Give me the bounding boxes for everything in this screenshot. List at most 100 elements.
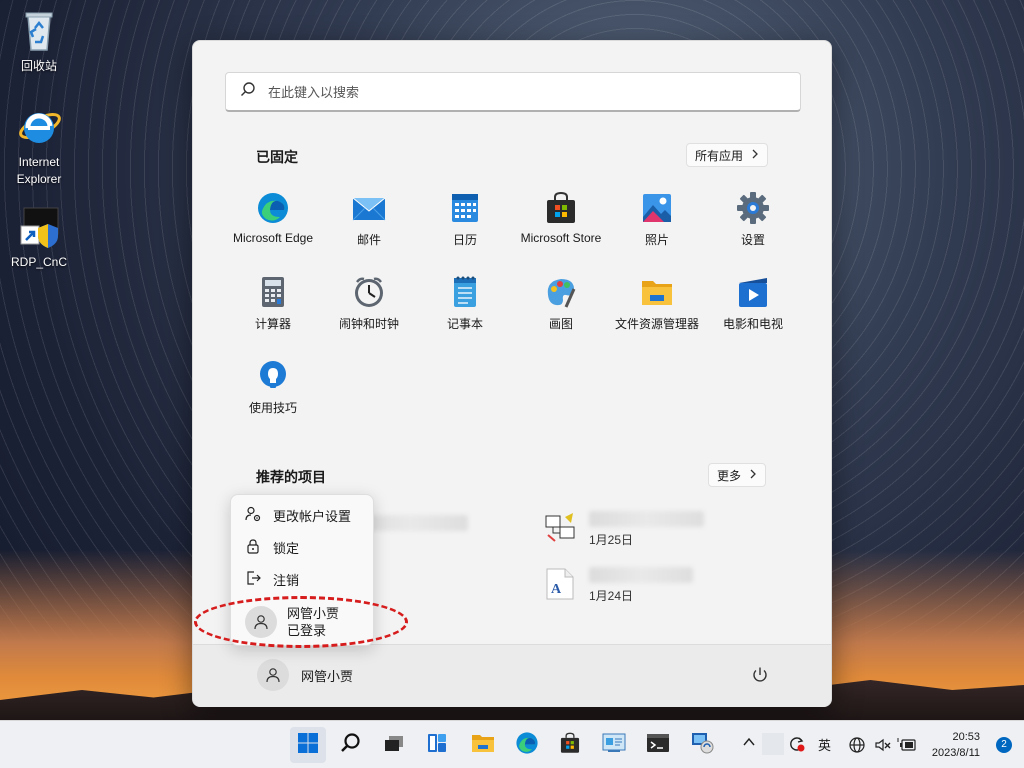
recommended-date: 1月24日 xyxy=(589,589,634,603)
taskbar-store[interactable] xyxy=(552,727,588,763)
tray-network[interactable] xyxy=(848,736,866,759)
taskbar-control-panel[interactable] xyxy=(596,727,632,763)
pinned-app-file-explorer[interactable]: 文件资源管理器 xyxy=(609,273,705,353)
clock[interactable]: 20:53 2023/8/11 xyxy=(932,729,980,761)
search-icon xyxy=(240,81,256,102)
edge-icon xyxy=(515,731,539,760)
pinned-app-paint[interactable]: 画图 xyxy=(513,273,609,353)
pinned-app-label: 电影和电视 xyxy=(722,317,783,331)
pinned-app-calculator[interactable]: 计算器 xyxy=(225,273,321,353)
remote-desktop-icon xyxy=(690,732,714,759)
settings-gear-icon xyxy=(736,191,770,225)
tray-sync-status[interactable] xyxy=(788,735,806,758)
pinned-app-calendar[interactable]: 日历 xyxy=(417,189,513,269)
rdp-shortcut-icon xyxy=(16,204,62,250)
redacted-filename xyxy=(589,567,693,583)
tray-volume[interactable] xyxy=(874,736,892,759)
fly-item-label: 锁定 xyxy=(273,541,300,556)
pinned-app-mail[interactable]: 邮件 xyxy=(321,189,417,269)
movies-tv-icon xyxy=(736,275,770,309)
taskbar-edge[interactable] xyxy=(509,727,545,763)
battery-icon xyxy=(897,738,917,758)
control-panel-icon xyxy=(602,732,626,759)
chevron-up-icon xyxy=(742,736,756,753)
start-button[interactable] xyxy=(290,727,326,763)
pinned-app-edge[interactable]: Microsoft Edge xyxy=(225,189,321,269)
svg-text:A: A xyxy=(551,582,562,597)
network-document-icon xyxy=(543,511,577,550)
recommended-item[interactable]: 1月25日 xyxy=(543,511,704,550)
widgets-button[interactable] xyxy=(419,727,455,763)
recommended-item[interactable]: A 1月24日 xyxy=(543,567,693,606)
sign-out-item[interactable]: 注销 xyxy=(245,570,299,589)
notification-badge[interactable]: 2 xyxy=(996,737,1012,753)
tray-battery[interactable] xyxy=(897,736,917,759)
taskbar-remote-desktop[interactable] xyxy=(684,727,720,763)
paint-icon xyxy=(544,275,578,309)
desktop-icon-rdp-cnc[interactable]: RDP_CnC xyxy=(7,204,71,271)
widgets-icon xyxy=(426,732,448,759)
all-apps-button[interactable]: 所有应用 xyxy=(686,143,769,167)
pinned-app-label: 闹钟和时钟 xyxy=(338,317,399,331)
font-file-icon: A xyxy=(543,567,577,606)
file-explorer-icon xyxy=(640,275,674,309)
pinned-app-label: 文件资源管理器 xyxy=(614,317,699,331)
pinned-app-label: 设置 xyxy=(740,233,765,247)
pinned-app-label: 照片 xyxy=(644,233,669,247)
taskbar-terminal[interactable] xyxy=(640,727,676,763)
user-account-button[interactable]: 网管小贾 xyxy=(257,659,353,691)
pinned-app-tips[interactable]: 使用技巧 xyxy=(225,357,321,437)
pinned-app-notepad[interactable]: 记事本 xyxy=(417,273,513,353)
start-footer: 网管小贾 xyxy=(193,645,831,707)
taskbar: 英 20:53 2023/8/11 2 xyxy=(0,720,1024,768)
show-hidden-icons-button[interactable] xyxy=(742,735,756,754)
start-search-box[interactable]: 在此键入以搜索 xyxy=(225,72,801,112)
sign-out-icon xyxy=(245,570,261,589)
fly-item-label: 注销 xyxy=(273,573,300,588)
pinned-app-label: Microsoft Edge xyxy=(232,231,314,245)
task-view-icon xyxy=(383,732,405,759)
recommended-date: 1月25日 xyxy=(589,533,634,547)
network-globe-icon xyxy=(848,737,866,758)
pinned-app-label: 日历 xyxy=(452,233,477,247)
recycle-bin-icon xyxy=(16,8,62,54)
store-icon xyxy=(559,732,581,759)
chevron-right-icon xyxy=(749,468,757,482)
desktop-icon-internet-explorer[interactable]: Internet Explorer xyxy=(7,104,71,188)
change-account-settings-item[interactable]: 更改帐户设置 xyxy=(245,506,351,525)
pinned-app-photos[interactable]: 照片 xyxy=(609,189,705,269)
sync-error-icon xyxy=(788,737,806,757)
store-icon xyxy=(544,191,578,225)
photos-icon xyxy=(640,191,674,225)
desktop-icon-label: RDP_CnC xyxy=(10,255,67,269)
recommended-section-title: 推荐的项目 xyxy=(256,469,326,485)
more-button[interactable]: 更多 xyxy=(708,463,767,487)
pinned-app-label: Microsoft Store xyxy=(520,231,602,245)
lock-item[interactable]: 锁定 xyxy=(245,538,299,557)
task-view-button[interactable] xyxy=(376,727,412,763)
desktop-icon-label: 回收站 xyxy=(20,59,57,73)
clock-time: 20:53 xyxy=(952,731,980,743)
pinned-app-movies-tv[interactable]: 电影和电视 xyxy=(705,273,801,353)
pinned-app-label: 记事本 xyxy=(446,317,483,331)
power-button[interactable] xyxy=(751,666,769,689)
taskbar-search-button[interactable] xyxy=(333,727,369,763)
pinned-app-settings[interactable]: 设置 xyxy=(705,189,801,269)
internet-explorer-icon xyxy=(16,104,62,150)
pinned-app-alarms[interactable]: 闹钟和时钟 xyxy=(321,273,417,353)
desktop-icon-recycle-bin[interactable]: 回收站 xyxy=(7,8,71,75)
more-label: 更多 xyxy=(717,468,742,483)
pinned-app-store[interactable]: Microsoft Store xyxy=(513,189,609,269)
pinned-app-label: 邮件 xyxy=(356,233,381,247)
alarm-clock-icon xyxy=(352,275,386,309)
calculator-icon xyxy=(256,275,290,309)
file-explorer-icon xyxy=(471,732,495,759)
power-icon xyxy=(751,667,769,688)
search-icon xyxy=(340,732,362,759)
desktop-icon-label: Internet Explorer xyxy=(16,155,62,186)
redacted-tray-icon xyxy=(762,733,784,755)
ime-indicator[interactable]: 英 xyxy=(818,735,831,754)
taskbar-file-explorer[interactable] xyxy=(465,727,501,763)
calendar-icon xyxy=(448,191,482,225)
tips-icon xyxy=(256,359,290,393)
